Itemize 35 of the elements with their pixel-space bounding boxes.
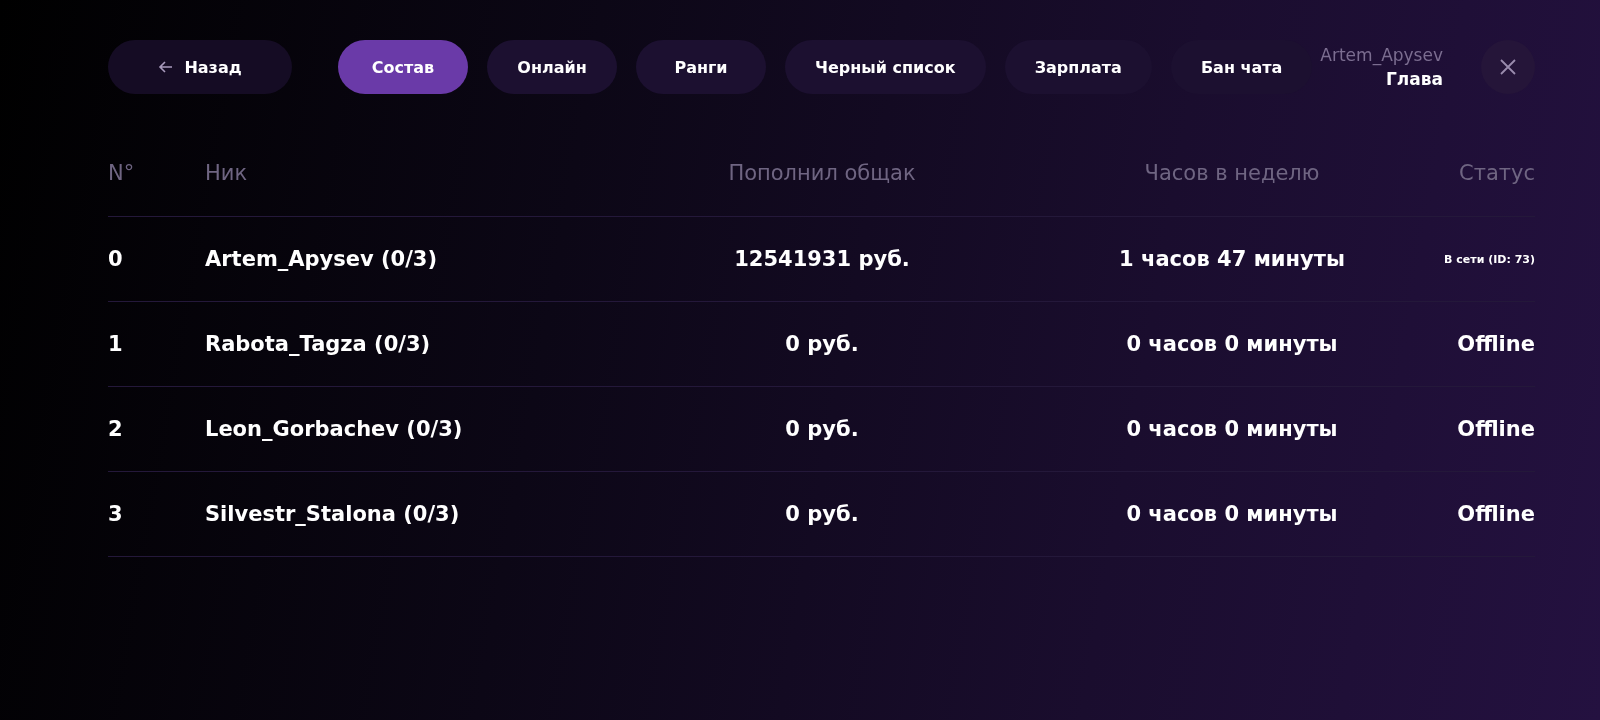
table-cell-text: Rabota_Tagza (0/3): [205, 332, 432, 356]
table-cell-text: 12541931 руб.: [733, 247, 911, 271]
table-cell-text: 2: [108, 417, 124, 441]
column-header: N°: [108, 161, 136, 185]
column-header: Статус: [1458, 161, 1535, 185]
table-cell-text: 1 часов 47 минуты: [1118, 247, 1346, 271]
table-cell-text: Leon_Gorbachev (0/3): [205, 417, 464, 441]
table-cell-text: 3: [108, 502, 124, 526]
status-cell-text: В сети (ID: 73): [1443, 252, 1535, 266]
table-cell-text: 0 руб.: [784, 417, 860, 441]
user-name: Artem_Apysev: [1320, 44, 1443, 67]
back-button[interactable]: Назад: [108, 40, 292, 94]
back-arrow-icon: [158, 59, 175, 75]
tab[interactable]: Состав: [338, 40, 468, 94]
status-cell-text: Offline: [1456, 417, 1535, 441]
table-cell-text: 1: [108, 332, 124, 356]
column-header: Пополнил общак: [727, 161, 917, 185]
tab[interactable]: Зарплата: [1004, 40, 1152, 94]
close-icon: [1499, 58, 1517, 76]
tab[interactable]: Онлайн: [487, 40, 617, 94]
table-cell-text: 0 часов 0 минуты: [1125, 332, 1339, 356]
table-cell-text: 0 руб.: [784, 502, 860, 526]
tab[interactable]: Ранги: [636, 40, 766, 94]
status-cell-text: Offline: [1456, 502, 1535, 526]
tab[interactable]: Черный список: [785, 40, 986, 94]
table-cell-text: 0 руб.: [784, 332, 860, 356]
table-cell-text: 0 часов 0 минуты: [1125, 502, 1339, 526]
user-rank: Глава: [1386, 68, 1443, 91]
table-cell-text: Silvestr_Stalona (0/3): [205, 502, 461, 526]
column-header: Часов в неделю: [1143, 161, 1321, 185]
table-cell-text: 0: [108, 247, 124, 271]
status-cell-text: Offline: [1456, 332, 1535, 356]
column-header: Ник: [205, 161, 249, 185]
table-cell-text: Artem_Apysev (0/3): [205, 247, 439, 271]
table-cell-text: 0 часов 0 минуты: [1125, 417, 1339, 441]
